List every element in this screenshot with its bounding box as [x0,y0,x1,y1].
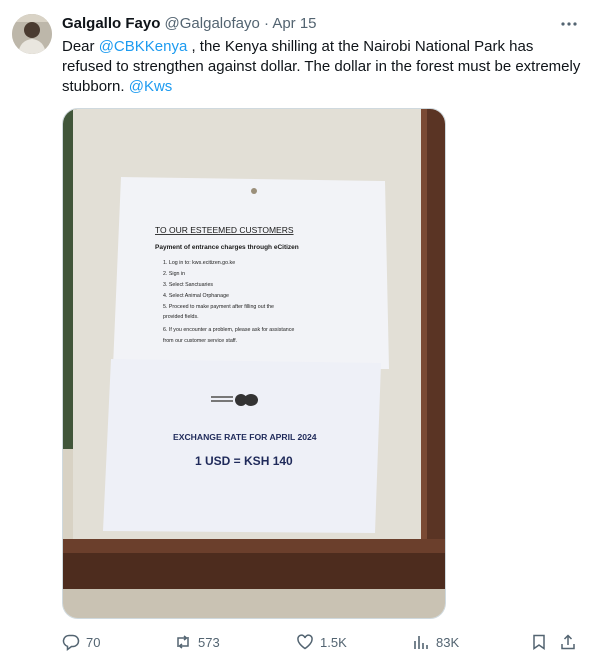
rate-value: 1 USD = KSH 140 [195,454,293,468]
like-icon [297,634,313,650]
reply-button[interactable]: 70 [62,631,100,653]
rate-title: EXCHANGE RATE FOR APRIL 2024 [173,432,317,442]
tweet-date[interactable]: Apr 15 [272,15,316,32]
bookmark-icon [533,634,545,650]
notice-step-1: 1. Log in to: kws.ecitizen.go.ke [163,260,235,266]
notice-step-3: 3. Select Sanctuaries [163,282,213,288]
tweet[interactable]: Galgallo Fayo @Galgalofayo · Apr 15 Dear… [0,0,597,657]
action-bar: 70 573 1.5K 83K [62,631,582,653]
photo-scene: TO OUR ESTEEMED CUSTOMERS Payment of ent… [63,109,445,618]
author-name[interactable]: Galgallo Fayo [62,15,160,32]
views-count: 83K [436,634,460,650]
bookmark-button[interactable] [530,631,554,653]
share-icon [561,634,575,650]
author-handle[interactable]: @Galgalofayo [165,15,260,32]
notice-title: TO OUR ESTEEMED CUSTOMERS [155,225,294,235]
notice-step-4: 4. Select Animal Orphanage [163,293,229,299]
reply-icon [62,634,80,651]
mention-cbkkenya[interactable]: @CBKKenya [99,38,188,55]
avatar[interactable] [12,14,52,54]
mention-kws[interactable]: @Kws [129,78,173,95]
reply-count: 70 [86,634,101,650]
views-icon [414,636,428,649]
avatar-photo [12,14,52,54]
notice-subtitle: Payment of entrance charges through eCit… [155,244,299,251]
notice-step-5: 5. Proceed to make payment after filling… [163,304,274,310]
like-button[interactable]: 1.5K [296,631,347,653]
repost-count: 573 [198,634,220,650]
tweet-text: Dear @CBKKenya , the Kenya shilling at t… [62,37,582,97]
views-button[interactable]: 83K [412,631,459,653]
like-count: 1.5K [320,634,347,650]
notice-step-5-cont: provided fields. [163,314,199,320]
repost-button[interactable]: 573 [174,631,220,653]
tweet-photo[interactable]: TO OUR ESTEEMED CUSTOMERS Payment of ent… [62,108,446,619]
share-button[interactable] [559,631,583,653]
separator-dot: · [263,15,269,32]
tweet-header: Galgallo Fayo @Galgalofayo · Apr 15 [62,14,317,34]
more-icon[interactable] [559,16,579,32]
notice-step-6-cont: from our customer service staff. [163,338,237,344]
notice-step-6: 6. If you encounter a problem, please as… [163,327,294,333]
tweet-text-part1: Dear [62,38,99,55]
notice-step-2: 2. Sign in [163,271,185,277]
repost-icon [177,635,189,649]
